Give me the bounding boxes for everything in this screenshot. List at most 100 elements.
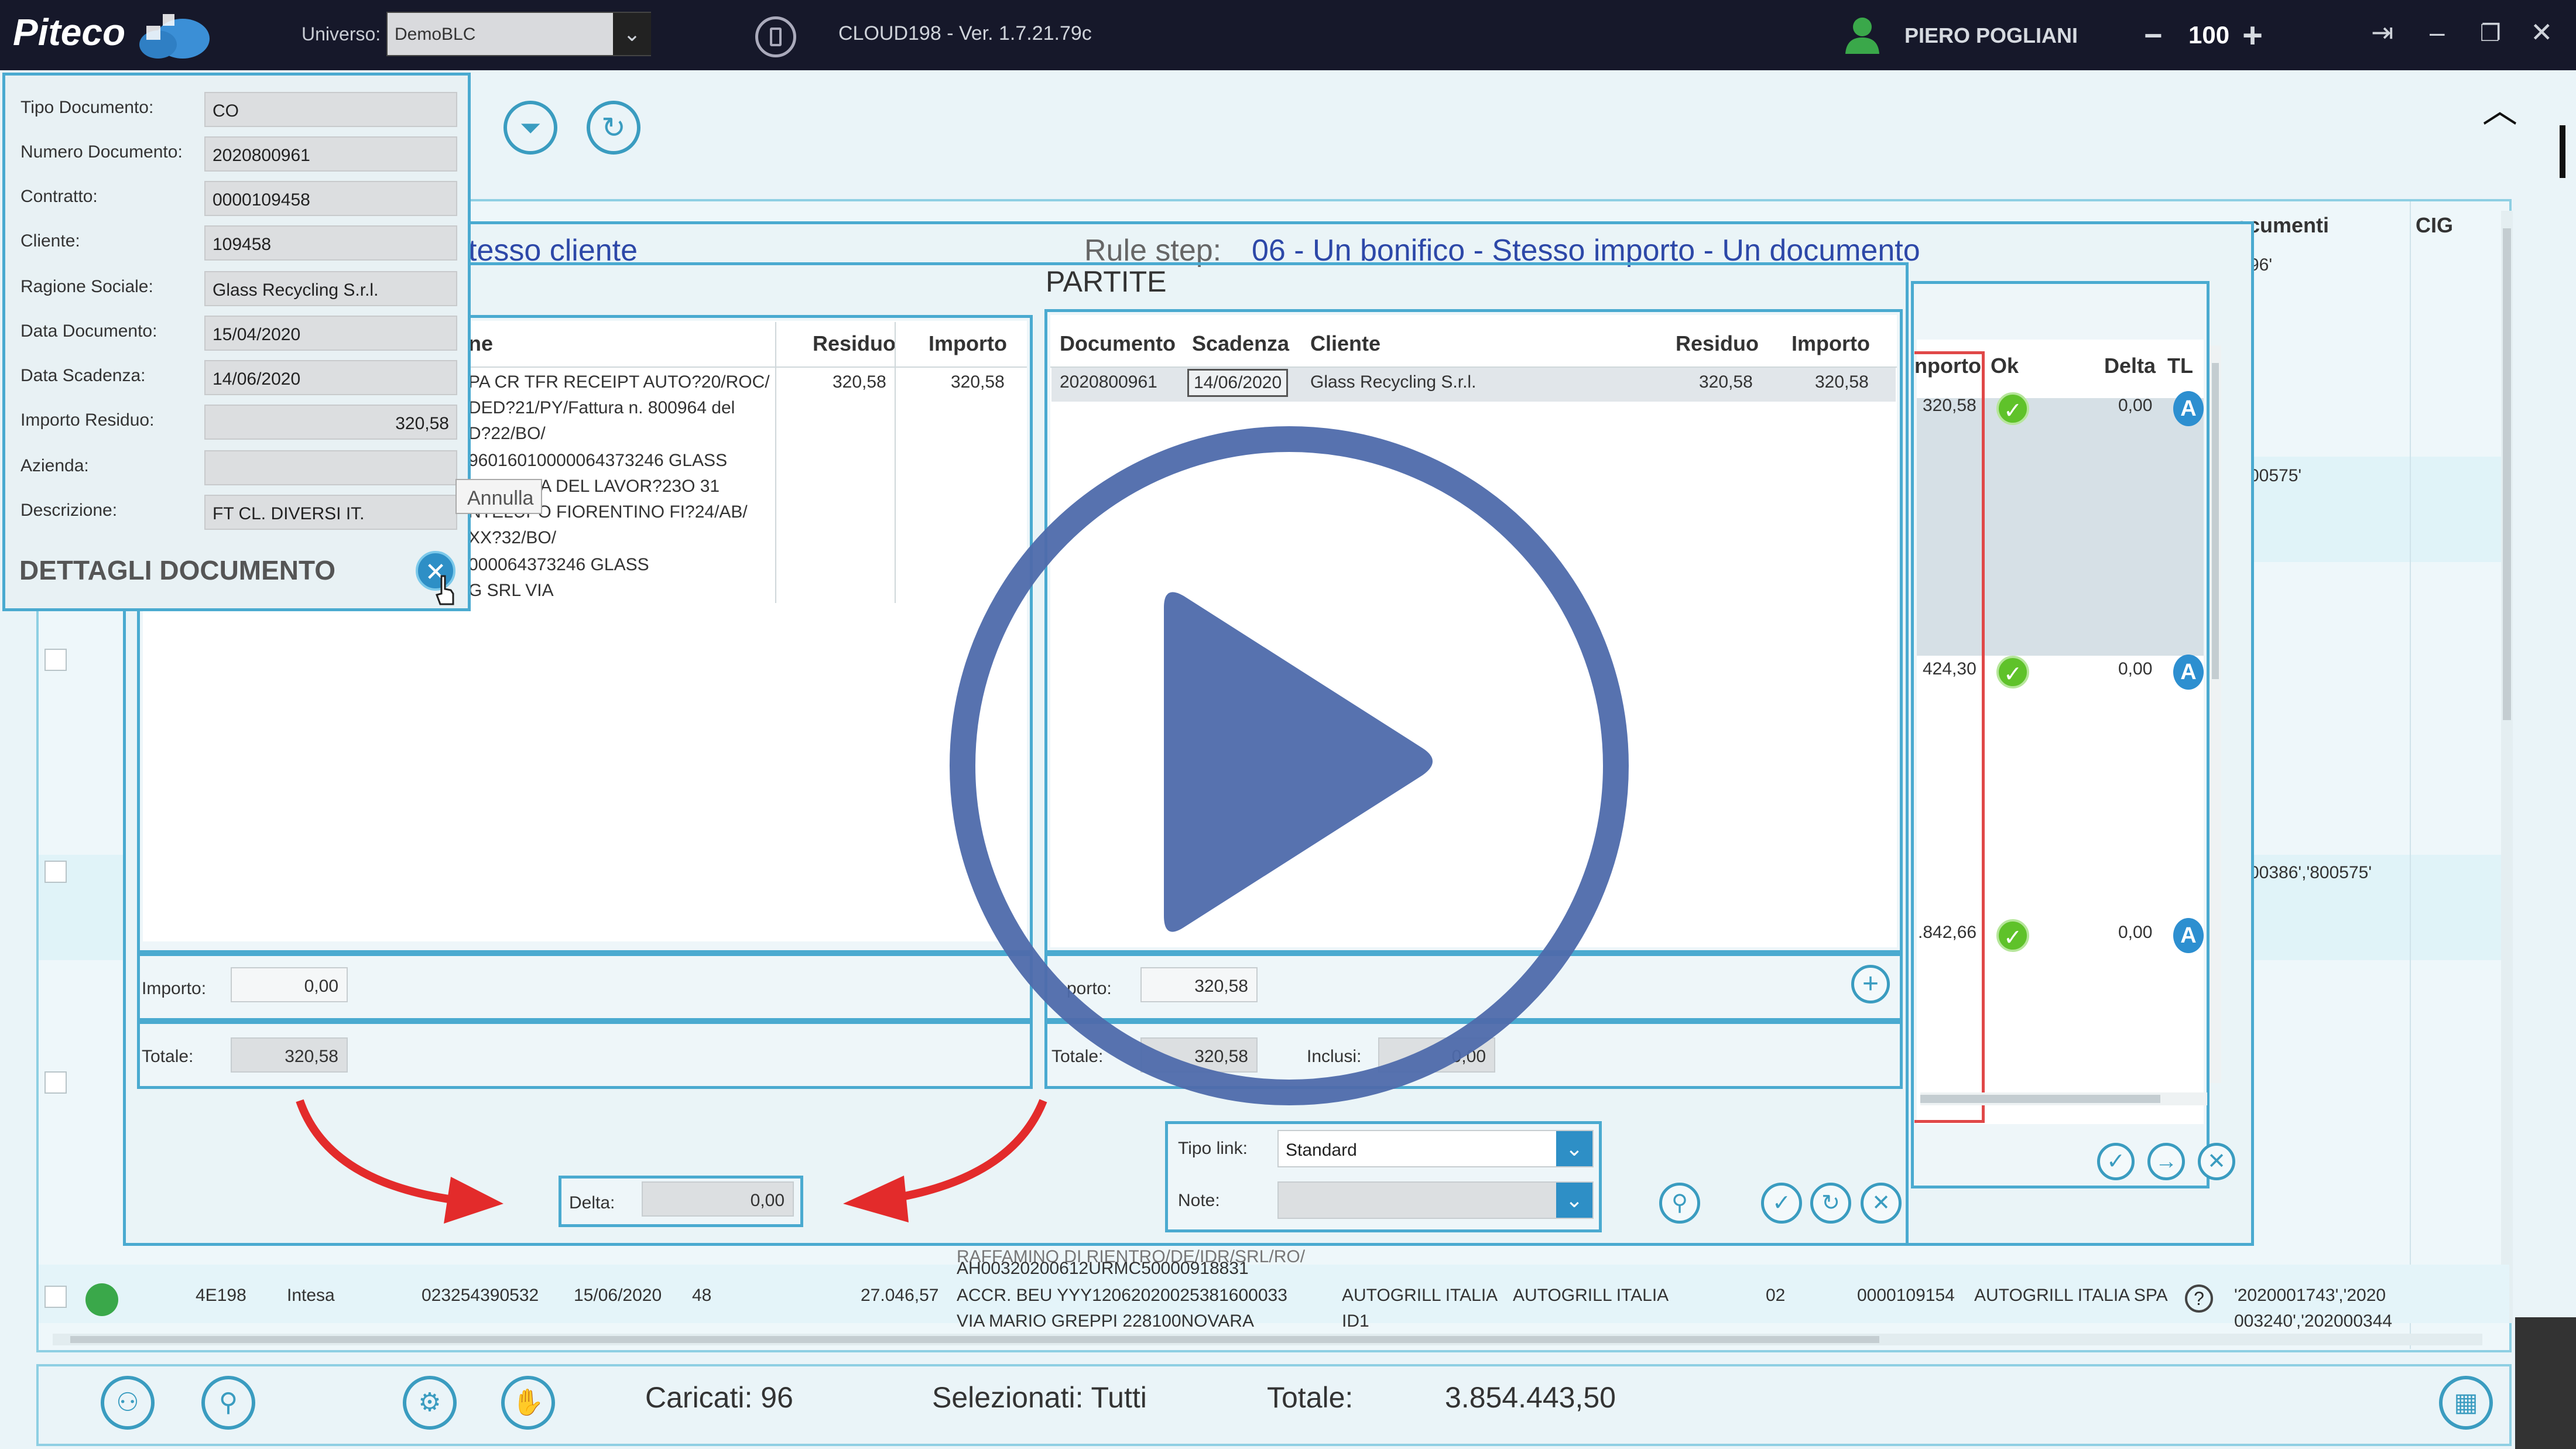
row-date: 15/06/2020: [574, 1286, 662, 1305]
importo-residuo-field: 320,58: [204, 405, 457, 440]
doc-cell: 00386','800575': [2249, 863, 2372, 882]
column-header: Delta: [2104, 354, 2156, 378]
loaded-count: Caricati: 96: [645, 1381, 793, 1414]
tl-badge: A: [2173, 655, 2204, 690]
row-desc: ACCR. BEU YYY12062020025381600033: [957, 1286, 1287, 1305]
field-label: Numero Documento:: [20, 142, 183, 162]
field-label: Data Documento:: [20, 321, 157, 341]
calculator-icon[interactable]: ▦: [2439, 1376, 2493, 1430]
add-icon[interactable]: +: [1851, 965, 1890, 1003]
cursor-hand-icon: [436, 575, 454, 605]
column-divider: [2410, 201, 2411, 1349]
chevron-down-icon[interactable]: ⌄: [1556, 1131, 1592, 1166]
row-checkbox[interactable]: [44, 861, 67, 883]
universe-select[interactable]: DemoBLC ⌄: [386, 12, 651, 56]
row-company: ID1: [1342, 1311, 1369, 1331]
cliente-field: 109458: [204, 225, 457, 261]
row-company: AUTOGRILL ITALIA: [1342, 1286, 1498, 1305]
field-label: Descrizione:: [20, 501, 118, 520]
filter-icon[interactable]: ⏷: [503, 101, 557, 155]
highlight-box: [1914, 351, 1985, 1123]
hand-icon[interactable]: ✋: [501, 1376, 555, 1430]
column-header: ne: [468, 331, 494, 355]
document-detail-popup: Tipo Documento: CO Numero Documento: 202…: [2, 73, 471, 611]
help-icon[interactable]: ?: [2185, 1284, 2213, 1313]
row-checkbox[interactable]: [44, 1286, 67, 1308]
chevron-down-icon[interactable]: ⌄: [1556, 1183, 1592, 1218]
gears-icon[interactable]: ⚙: [403, 1376, 457, 1430]
app-logo: Piteco: [13, 11, 126, 53]
title-bar: Piteco Universo: DemoBLC ⌄ CLOUD198 - Ve…: [0, 0, 2576, 70]
play-video-icon[interactable]: [950, 426, 1629, 1105]
column-cig: CIG: [2416, 213, 2454, 237]
horizontal-scrollbar[interactable]: [53, 1334, 2482, 1345]
zoom-level: 100: [2188, 21, 2230, 49]
user-search-icon[interactable]: ⚲: [201, 1376, 255, 1430]
confirm-icon[interactable]: ✓: [2097, 1143, 2135, 1180]
confirm-icon[interactable]: ✓: [1761, 1183, 1802, 1224]
collapse-icon[interactable]: ︿: [2482, 82, 2517, 133]
logout-icon[interactable]: ⇥: [2371, 16, 2394, 48]
ok-check-icon: ✓: [1996, 919, 2029, 952]
tl-badge: A: [2173, 391, 2204, 426]
partita-cliente: Glass Recycling S.r.l.: [1310, 372, 1477, 392]
cancel-icon[interactable]: ✕: [1861, 1183, 1902, 1224]
search-icon[interactable]: ⚲: [1659, 1183, 1700, 1224]
totale-label: Totale:: [142, 1047, 194, 1066]
cancel-icon[interactable]: ✕: [2198, 1143, 2235, 1180]
mini-delta: 0,00: [2118, 659, 2153, 679]
ragione-sociale-field: Glass Recycling S.r.l.: [204, 271, 457, 306]
tablet-icon[interactable]: [755, 16, 796, 57]
partita-documento: 2020800961: [1060, 372, 1157, 392]
tipo-link-select[interactable]: Standard: [1277, 1130, 1594, 1167]
scroll-handle[interactable]: [2560, 125, 2565, 178]
arrows-annotation: [296, 1099, 1047, 1224]
row-docs: '2020001743','2020: [2234, 1286, 2386, 1305]
ok-check-icon: ✓: [1996, 392, 2029, 425]
movement-residuo: 320,58: [833, 372, 886, 392]
restore-icon[interactable]: ❐: [2480, 20, 2501, 47]
row-company: AUTOGRILL ITALIA SPA: [1974, 1286, 2168, 1305]
movement-desc: D?22/BO/: [468, 424, 546, 443]
mini-vertical-scrollbar[interactable]: [2210, 345, 2221, 1083]
user-settings-icon[interactable]: ⚇: [101, 1376, 155, 1430]
minimize-icon[interactable]: –: [2430, 16, 2445, 48]
vertical-scrollbar[interactable]: [2501, 211, 2513, 1323]
chevron-down-icon[interactable]: ⌄: [613, 13, 651, 55]
refresh-icon[interactable]: ↻: [1810, 1183, 1851, 1224]
tl-badge: A: [2173, 918, 2204, 953]
row-account: 023254390532: [422, 1286, 539, 1305]
importo-field[interactable]: 0,00: [231, 967, 348, 1002]
user-icon: [1845, 18, 1879, 54]
refresh-icon[interactable]: ↻: [587, 101, 640, 155]
column-header: Importo: [1791, 331, 1870, 355]
zoom-in-button[interactable]: +: [2242, 15, 2263, 56]
mini-horizontal-scrollbar[interactable]: [1920, 1092, 2207, 1105]
azienda-field: [204, 450, 457, 485]
mini-delta: 0,00: [2118, 923, 2153, 942]
data-scadenza-field: 14/06/2020: [204, 360, 457, 395]
mini-importo: 424,30: [1923, 659, 1976, 679]
column-header: Residuo: [1676, 331, 1759, 355]
tipo-documento-field: CO: [204, 92, 457, 127]
cloud-logo-icon: [139, 14, 210, 59]
partita-scadenza[interactable]: 14/06/2020: [1187, 369, 1289, 397]
totale-field: 320,58: [231, 1037, 348, 1073]
row-desc: VIA MARIO GREPPI 228100NOVARA: [957, 1311, 1254, 1331]
movement-desc: 96016010000064373246 GLASS: [468, 451, 728, 470]
row-id: 4E198: [196, 1286, 246, 1305]
partita-residuo: 320,58: [1699, 372, 1753, 392]
movement-desc: XX?32/BO/: [468, 528, 557, 547]
data-documento-field: 15/04/2020: [204, 316, 457, 351]
tipo-link-label: Tipo link:: [1178, 1139, 1248, 1158]
field-label: Ragione Sociale:: [20, 277, 153, 296]
status-icon: [85, 1283, 118, 1316]
row-checkbox[interactable]: [44, 649, 67, 671]
arrow-right-icon[interactable]: →: [2147, 1143, 2185, 1180]
note-select[interactable]: [1277, 1181, 1594, 1219]
mini-delta: 0,00: [2118, 396, 2153, 415]
detail-title: DETTAGLI DOCUMENTO: [19, 555, 336, 585]
zoom-out-button[interactable]: −: [2144, 18, 2163, 54]
close-icon[interactable]: ✕: [2530, 16, 2553, 48]
row-checkbox[interactable]: [44, 1071, 67, 1094]
